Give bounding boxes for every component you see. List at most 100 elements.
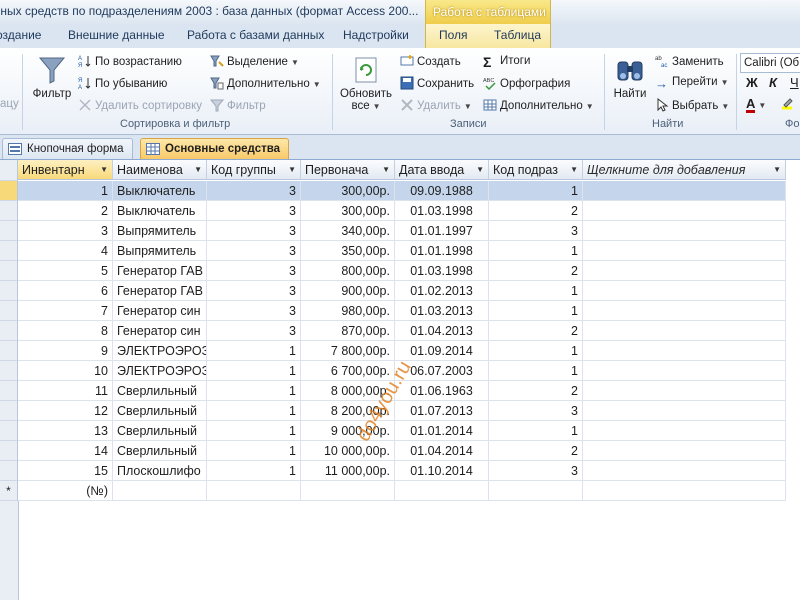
add-column-cell[interactable] — [583, 201, 786, 221]
italic-button[interactable]: К — [769, 75, 777, 90]
initial-cost-cell[interactable]: 300,00р. — [301, 181, 395, 201]
add-column-cell[interactable] — [583, 281, 786, 301]
inventory-cell[interactable]: (№) — [18, 481, 113, 501]
column-header-department[interactable]: Код подраз ▼ — [489, 160, 583, 180]
font-color-button[interactable]: А ▼ — [746, 96, 766, 113]
group-code-cell[interactable]: 1 — [207, 421, 301, 441]
initial-cost-cell[interactable]: 900,00р. — [301, 281, 395, 301]
name-cell[interactable]: Сверлильный — [113, 441, 207, 461]
initial-cost-cell[interactable]: 7 800,00р. — [301, 341, 395, 361]
add-column-cell[interactable] — [583, 381, 786, 401]
department-cell[interactable]: 1 — [489, 421, 583, 441]
table-row[interactable]: 7 Генератор син 3 980,00р. 01.03.2013 1 — [0, 301, 800, 321]
goto-button[interactable]: → Перейти ▼ — [655, 76, 729, 91]
tab-create[interactable]: оздание — [0, 28, 41, 42]
date-cell[interactable] — [395, 481, 489, 501]
date-cell[interactable]: 01.09.2014 — [395, 341, 489, 361]
find-button[interactable]: Найти — [610, 54, 650, 100]
name-cell[interactable]: Сверлильный — [113, 381, 207, 401]
chevron-down-icon[interactable]: ▼ — [570, 160, 578, 179]
row-selector[interactable] — [0, 281, 18, 301]
tab-external-data[interactable]: Внешние данные — [68, 28, 165, 42]
filter-button[interactable]: Фильтр — [30, 54, 74, 100]
name-cell[interactable]: ЭЛЕКТРОЭРОЗ — [113, 341, 207, 361]
name-cell[interactable]: Генератор син — [113, 321, 207, 341]
inventory-cell[interactable]: 3 — [18, 221, 113, 241]
group-code-cell[interactable]: 3 — [207, 241, 301, 261]
table-row[interactable]: 4 Выпрямитель 3 350,00р. 01.01.1998 1 — [0, 241, 800, 261]
tab-fields[interactable]: Поля — [439, 28, 468, 42]
column-header-date[interactable]: Дата ввода ▼ — [395, 160, 489, 180]
chevron-down-icon[interactable]: ▼ — [100, 160, 108, 179]
column-header-group-code[interactable]: Код группы ▼ — [207, 160, 301, 180]
name-cell[interactable]: Плоскошлифо — [113, 461, 207, 481]
add-column-cell[interactable] — [583, 221, 786, 241]
column-header-add-new[interactable]: Щелкните для добавления ▼ — [583, 160, 786, 180]
group-code-cell[interactable]: 1 — [207, 401, 301, 421]
inventory-cell[interactable]: 7 — [18, 301, 113, 321]
toggle-filter-button[interactable]: Фильтр — [210, 98, 266, 112]
initial-cost-cell[interactable]: 6 700,00р. — [301, 361, 395, 381]
table-row[interactable]: 2 Выключатель 3 300,00р. 01.03.1998 2 — [0, 201, 800, 221]
name-cell[interactable]: ЭЛЕКТРОЭРОЗ — [113, 361, 207, 381]
name-cell[interactable]: Выпрямитель — [113, 241, 207, 261]
table-row[interactable]: 14 Сверлильный 1 10 000,00р. 01.04.2014 2 — [0, 441, 800, 461]
add-column-cell[interactable] — [583, 481, 786, 501]
table-row[interactable]: 6 Генератор ГАВ 3 900,00р. 01.02.2013 1 — [0, 281, 800, 301]
initial-cost-cell[interactable]: 350,00р. — [301, 241, 395, 261]
date-cell[interactable]: 01.04.2014 — [395, 441, 489, 461]
initial-cost-cell[interactable]: 340,00р. — [301, 221, 395, 241]
chevron-down-icon[interactable]: ▼ — [288, 160, 296, 179]
inventory-cell[interactable]: 13 — [18, 421, 113, 441]
add-column-cell[interactable] — [583, 181, 786, 201]
row-selector[interactable] — [0, 441, 18, 461]
add-column-cell[interactable] — [583, 421, 786, 441]
group-code-cell[interactable]: 1 — [207, 361, 301, 381]
table-row[interactable]: 9 ЭЛЕКТРОЭРОЗ 1 7 800,00р. 01.09.2014 1 — [0, 341, 800, 361]
date-cell[interactable]: 01.03.2013 — [395, 301, 489, 321]
add-column-cell[interactable] — [583, 341, 786, 361]
name-cell[interactable] — [113, 481, 207, 501]
remove-sort-button[interactable]: Удалить сортировку — [78, 98, 202, 112]
date-cell[interactable]: 01.02.2013 — [395, 281, 489, 301]
department-cell[interactable]: 3 — [489, 401, 583, 421]
group-code-cell[interactable]: 1 — [207, 381, 301, 401]
totals-button[interactable]: Σ Итоги — [483, 54, 530, 70]
chevron-down-icon[interactable]: ▼ — [773, 160, 781, 179]
underline-button[interactable]: Ч — [790, 75, 799, 90]
row-selector[interactable] — [0, 421, 18, 441]
group-code-cell[interactable]: 3 — [207, 261, 301, 281]
date-cell[interactable]: 01.06.1963 — [395, 381, 489, 401]
inventory-cell[interactable]: 11 — [18, 381, 113, 401]
sort-descending-button[interactable]: Я А По убыванию — [78, 76, 167, 90]
group-code-cell[interactable]: 3 — [207, 281, 301, 301]
spelling-button[interactable]: ABC Орфография — [483, 76, 570, 90]
date-cell[interactable]: 01.03.1998 — [395, 201, 489, 221]
inventory-cell[interactable]: 5 — [18, 261, 113, 281]
department-cell[interactable]: 3 — [489, 221, 583, 241]
select-all-corner[interactable] — [0, 160, 18, 181]
inventory-cell[interactable]: 1 — [18, 181, 113, 201]
doc-tab-fixed-assets[interactable]: Основные средства — [140, 138, 290, 159]
selection-button[interactable]: Выделение ▼ — [210, 54, 299, 68]
column-header-initial-cost[interactable]: Первонача ▼ — [301, 160, 395, 180]
row-selector[interactable] — [0, 221, 18, 241]
table-row[interactable]: 5 Генератор ГАВ 3 800,00р. 01.03.1998 2 — [0, 261, 800, 281]
row-selector[interactable] — [0, 321, 18, 341]
date-cell[interactable]: 01.04.2013 — [395, 321, 489, 341]
department-cell[interactable]: 2 — [489, 381, 583, 401]
group-code-cell[interactable] — [207, 481, 301, 501]
date-cell[interactable]: 01.01.2014 — [395, 421, 489, 441]
row-selector[interactable] — [0, 301, 18, 321]
inventory-cell[interactable]: 2 — [18, 201, 113, 221]
row-selector[interactable] — [0, 381, 18, 401]
highlight-color-button[interactable] — [780, 96, 797, 110]
add-column-cell[interactable] — [583, 241, 786, 261]
inventory-cell[interactable]: 12 — [18, 401, 113, 421]
inventory-cell[interactable]: 9 — [18, 341, 113, 361]
column-header-inventory[interactable]: Инвентарн ▼ — [18, 160, 113, 180]
bold-button[interactable]: Ж — [746, 75, 758, 90]
inventory-cell[interactable]: 4 — [18, 241, 113, 261]
replace-button[interactable]: ab ac Заменить — [655, 54, 724, 68]
name-cell[interactable]: Выпрямитель — [113, 221, 207, 241]
